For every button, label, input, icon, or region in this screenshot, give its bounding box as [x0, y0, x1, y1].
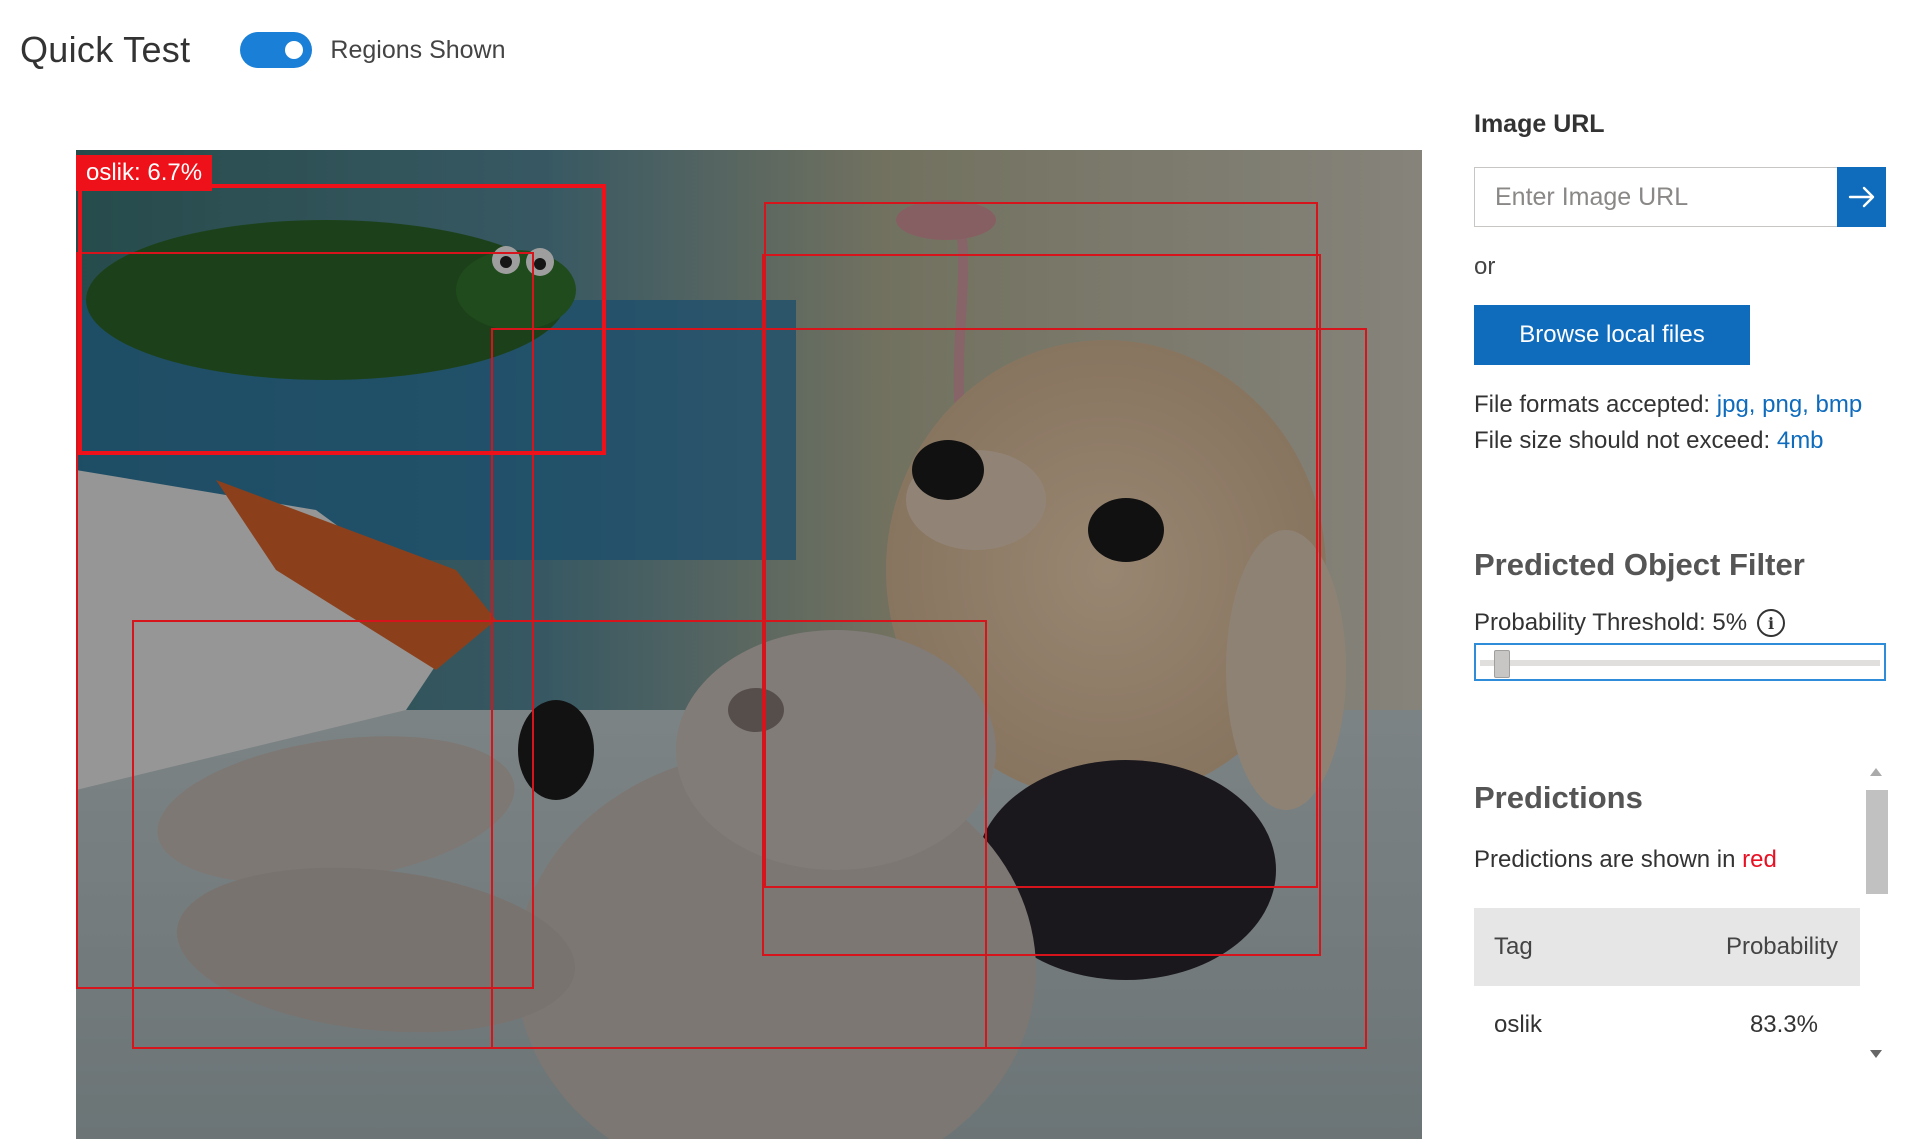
selected-region-box[interactable]: [78, 184, 606, 455]
header: Quick Test Regions Shown: [20, 22, 506, 78]
file-info: File formats accepted: jpg, png, bmp Fil…: [1474, 387, 1886, 459]
arrow-right-icon: [1848, 186, 1874, 208]
info-icon[interactable]: i: [1757, 609, 1786, 637]
right-panel: Image URL or Browse local files File for…: [1474, 110, 1886, 681]
selected-region-label: oslik: 6.7%: [76, 155, 213, 191]
file-formats-value: jpg, png, bmp: [1716, 391, 1863, 418]
predictions-subtitle-text: Predictions are shown in: [1474, 846, 1743, 873]
predictions-title: Predictions: [1474, 780, 1643, 815]
column-header-probability: Probability: [1725, 933, 1838, 960]
slider-track: [1480, 660, 1880, 666]
image-viewer: [76, 150, 1422, 1139]
image-url-input[interactable]: [1474, 167, 1837, 227]
regions-toggle[interactable]: [240, 32, 313, 68]
predictions-subtitle: Predictions are shown in red: [1474, 846, 1777, 874]
table-header: Tag Probability: [1474, 908, 1860, 986]
or-text: or: [1474, 253, 1496, 280]
prediction-tag: oslik: [1494, 1011, 1543, 1038]
probability-threshold-label: Probability Threshold: 5%: [1474, 609, 1748, 636]
predictions-scrollbar[interactable]: [1862, 760, 1892, 1070]
url-row: [1474, 167, 1886, 227]
probability-threshold-slider[interactable]: [1474, 643, 1886, 681]
region-box[interactable]: [762, 254, 1321, 956]
file-formats-label: File formats accepted:: [1474, 391, 1717, 418]
page-title: Quick Test: [20, 29, 191, 70]
file-formats-line: File formats accepted: jpg, png, bmp: [1474, 387, 1886, 423]
file-size-label: File size should not exceed:: [1474, 427, 1777, 454]
file-size-line: File size should not exceed: 4mb: [1474, 423, 1886, 459]
predictions-table: Tag Probability oslik 83.3%: [1474, 908, 1860, 1064]
column-header-tag: Tag: [1494, 933, 1533, 960]
scroll-down-icon[interactable]: [1870, 1050, 1882, 1058]
predictions-color-word: red: [1742, 846, 1777, 873]
image-url-label: Image URL: [1474, 110, 1605, 138]
toggle-knob: [285, 41, 304, 59]
toggle-label: Regions Shown: [330, 35, 506, 64]
slider-thumb[interactable]: [1494, 650, 1510, 678]
file-size-value: 4mb: [1776, 427, 1824, 454]
submit-url-button[interactable]: [1837, 167, 1886, 227]
scroll-thumb[interactable]: [1866, 790, 1888, 894]
scroll-up-icon[interactable]: [1870, 768, 1882, 776]
predicted-object-filter-title: Predicted Object Filter: [1474, 547, 1805, 582]
table-row[interactable]: oslik 83.3%: [1474, 986, 1860, 1064]
browse-local-files-button[interactable]: Browse local files: [1474, 305, 1750, 365]
threshold-row: Probability Threshold: 5% i: [1474, 609, 1886, 637]
prediction-probability: 83.3%: [1749, 1011, 1818, 1038]
predictions-section: Predictions Predictions are shown in red…: [1474, 760, 1910, 1070]
